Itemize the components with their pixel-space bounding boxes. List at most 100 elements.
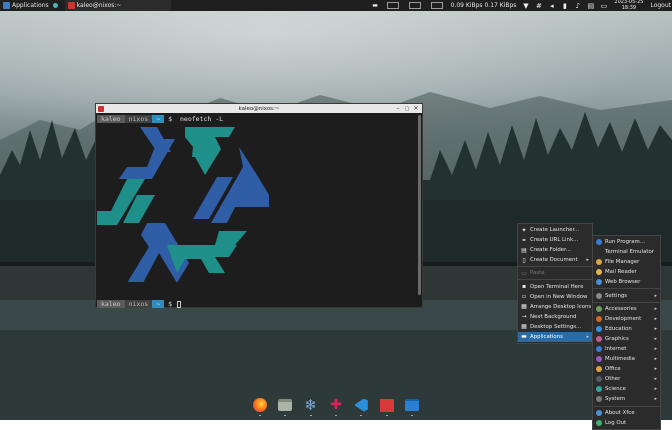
- document-icon: ▯: [522, 256, 526, 264]
- menu-item-applications[interactable]: ▬ Applications ▸: [518, 331, 592, 343]
- terminal-body[interactable]: kaleo nixos ~ $ neofetch -L kaleo nixos …: [96, 113, 416, 308]
- clock[interactable]: 2023-05-25 18:39: [610, 0, 647, 11]
- display-icon[interactable]: ▭: [600, 2, 608, 10]
- graphics-icon: [596, 335, 602, 342]
- app-menu-item-office[interactable]: Office ▸: [593, 364, 660, 374]
- submenu-arrow-icon: ▸: [654, 356, 657, 363]
- app-menu-item-settings[interactable]: Settings ▸: [593, 290, 660, 300]
- wifi-icon[interactable]: ▼: [522, 2, 529, 10]
- panel-tray: ▬ 0.09 KiBps 0.17 KiBps ▼ # ◂ ▮ ♪ ▤ ▭ 20…: [369, 0, 672, 11]
- grid-icon[interactable]: #: [535, 2, 542, 10]
- dock: ❄ ✚: [252, 395, 420, 416]
- menu-item-label: Science: [605, 386, 626, 393]
- taskbar-window-label: kaleo@nixos:~: [76, 2, 122, 9]
- app-menu-item-log-out[interactable]: Log Out: [593, 418, 660, 428]
- menu-item-label: Log Out: [605, 419, 627, 426]
- paste-icon: ▭: [521, 269, 527, 277]
- app-menu-item-development[interactable]: Development ▸: [593, 314, 660, 324]
- web-browser-icon: [596, 279, 602, 286]
- submenu-arrow-icon: ▸: [654, 376, 657, 383]
- app-menu-item-multimedia[interactable]: Multimedia ▸: [593, 354, 660, 364]
- running-indicator: [259, 415, 261, 416]
- menu-item-label: Web Browser: [605, 279, 641, 286]
- submenu-arrow-icon: ▸: [654, 325, 657, 332]
- firefox-icon[interactable]: [252, 397, 268, 416]
- menu-item-desktop-settings[interactable]: ▦ Desktop Settings...: [518, 322, 592, 332]
- nix-snowflake-icon[interactable]: ❄: [303, 397, 319, 416]
- applications-menu-button[interactable]: Applications: [0, 0, 63, 11]
- app-menu-item-graphics[interactable]: Graphics ▸: [593, 334, 660, 344]
- menu-item-open-terminal-here[interactable]: ▪ Open Terminal Here: [518, 281, 592, 291]
- app-menu-item-accessories[interactable]: Accessories ▸: [593, 304, 660, 314]
- app-menu-item-internet[interactable]: Internet ▸: [593, 344, 660, 354]
- accessories-icon: [596, 305, 602, 312]
- lambda-blue-top: [119, 127, 175, 179]
- submenu-arrow-icon: ▸: [654, 305, 657, 312]
- terminal-icon: ▪: [521, 283, 527, 291]
- app-menu-item-mail-reader[interactable]: Mail Reader: [593, 267, 660, 277]
- link-icon: ⚭: [521, 236, 527, 244]
- xfce-icon: [3, 2, 10, 9]
- running-indicator: [334, 415, 337, 416]
- notification-bell-icon[interactable]: ♪: [574, 2, 581, 10]
- app-menu-item-science[interactable]: Science ▸: [593, 384, 660, 394]
- menu-item-label: Paste: [530, 270, 545, 277]
- run-program-icon: [596, 239, 602, 246]
- volume-icon[interactable]: ◂: [548, 2, 555, 10]
- menu-item-label: Create URL Link...: [530, 237, 579, 244]
- mail-reader-icon: [596, 269, 602, 276]
- logout-button[interactable]: Logout: [647, 0, 672, 11]
- workspace-1-icon[interactable]: [386, 2, 399, 9]
- menu-item-arrange-desktop-icons[interactable]: ▦ Arrange Desktop Icons: [518, 302, 592, 312]
- terminal-scrollbar[interactable]: [418, 115, 421, 295]
- menu-item-label: Other: [605, 376, 621, 383]
- app-menu-item-web-browser[interactable]: Web Browser: [593, 277, 660, 287]
- files-icon[interactable]: [277, 397, 293, 416]
- other-icon: [596, 376, 602, 383]
- menu-item-label: Run Program...: [605, 239, 645, 246]
- folder-icon: ▤: [521, 246, 527, 254]
- menu-item-create-url-link[interactable]: ⚭ Create URL Link...: [518, 235, 592, 245]
- menu-icon[interactable]: ▬: [372, 2, 379, 9]
- menu-item-next-background[interactable]: → Next Background: [518, 312, 592, 322]
- submenu-arrow-icon: ▸: [654, 335, 657, 342]
- submenu-arrow-icon: ▸: [654, 396, 657, 403]
- app-menu-item-run-program[interactable]: Run Program...: [593, 237, 660, 247]
- book-app-icon[interactable]: [379, 397, 395, 416]
- menu-item-label: Settings: [605, 292, 628, 299]
- submenu-arrow-icon: ▸: [654, 345, 657, 352]
- terminal-title: kaleo@nixos:~: [238, 105, 280, 112]
- prompt-host: nixos: [124, 115, 153, 123]
- battery-icon[interactable]: ▮: [561, 2, 568, 10]
- app-menu-item-system[interactable]: System ▸: [593, 394, 660, 404]
- clipboard-icon[interactable]: ▤: [587, 2, 595, 10]
- menu-item-create-document[interactable]: ▯ Create Document ▸: [518, 255, 592, 265]
- menu-separator: [518, 279, 592, 281]
- menu-item-label: Desktop Settings...: [530, 323, 582, 330]
- vscode-icon[interactable]: [353, 397, 369, 416]
- menu-item-open-in-new-window[interactable]: ▫ Open in New Window: [518, 292, 592, 302]
- terminal-titlebar[interactable]: kaleo@nixos:~ – ▢ ✕: [96, 104, 422, 113]
- prompt-symbol: $: [168, 300, 172, 308]
- workspace-3-icon[interactable]: [430, 2, 443, 9]
- slack-icon[interactable]: ✚: [328, 397, 344, 416]
- app-menu-item-file-manager[interactable]: File Manager: [593, 257, 660, 267]
- app-menu-item-about-xfce[interactable]: About Xfce: [593, 408, 660, 418]
- window-app-icon[interactable]: [404, 397, 420, 416]
- workspace-2-icon[interactable]: [408, 2, 421, 9]
- menu-item-label: Applications: [530, 333, 563, 340]
- menu-item-label: Internet: [605, 345, 627, 352]
- terminal-window[interactable]: kaleo@nixos:~ – ▢ ✕ kaleo nixos ~ $ neof…: [95, 103, 423, 308]
- menu-item-create-launcher[interactable]: ✦ Create Launcher...: [518, 225, 592, 235]
- menu-item-label: Create Launcher...: [530, 227, 580, 234]
- menu-item-label: Graphics: [605, 335, 629, 342]
- prompt-line-1: kaleo nixos ~ $ neofetch -L: [97, 115, 223, 123]
- taskbar-window-terminal[interactable]: kaleo@nixos:~: [64, 0, 171, 11]
- science-icon: [596, 386, 602, 393]
- running-indicator: [309, 415, 312, 416]
- menu-item-create-folder[interactable]: ▤ Create Folder...: [518, 245, 592, 255]
- app-menu-item-education[interactable]: Education ▸: [593, 324, 660, 334]
- launcher-icon: ✦: [521, 226, 527, 234]
- app-menu-item-terminal-emulator[interactable]: Terminal Emulator: [593, 247, 660, 257]
- app-menu-item-other[interactable]: Other ▸: [593, 374, 660, 384]
